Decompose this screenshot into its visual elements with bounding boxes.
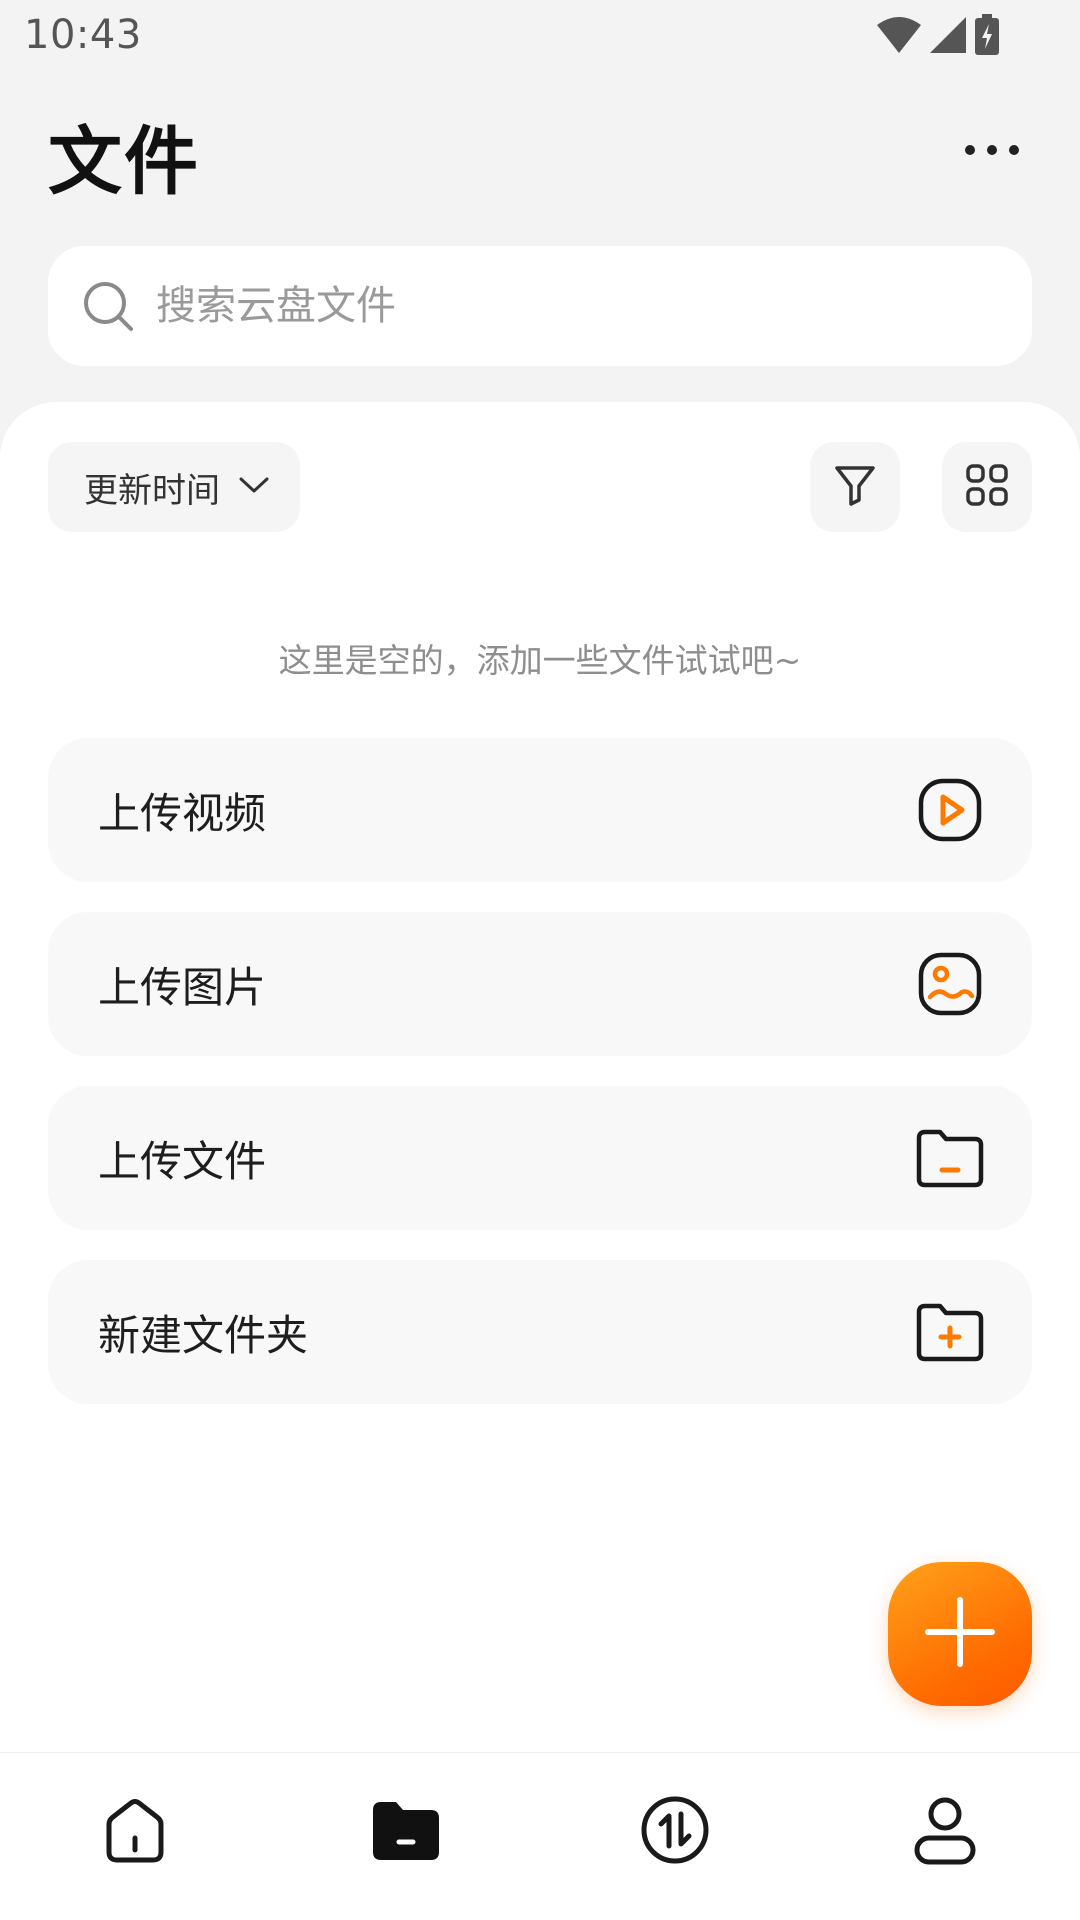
bottom-navigation	[0, 1752, 1080, 1920]
nav-profile[interactable]	[810, 1753, 1080, 1920]
search-input[interactable]	[156, 283, 976, 329]
more-options-button[interactable]	[956, 126, 1028, 174]
profile-icon	[909, 1794, 981, 1870]
action-label: 上传图片	[98, 962, 267, 1012]
new-folder-button[interactable]: 新建文件夹	[48, 1260, 1032, 1404]
transfer-icon	[639, 1794, 711, 1870]
cellular-signal-icon	[928, 15, 968, 55]
action-label: 上传视频	[98, 788, 267, 838]
status-icons	[876, 14, 1000, 56]
empty-state-message: 这里是空的，添加一些文件试试吧~	[278, 641, 802, 680]
add-fab-button[interactable]	[888, 1562, 1032, 1706]
grid-view-button[interactable]	[942, 442, 1032, 532]
page-title: 文件	[48, 119, 200, 205]
plus-icon	[922, 1594, 998, 1674]
nav-files[interactable]	[270, 1753, 540, 1920]
status-bar: 10:43	[0, 0, 1080, 72]
sort-dropdown[interactable]: 更新时间	[48, 442, 300, 532]
chevron-down-icon	[238, 475, 270, 499]
upload-video-button[interactable]: 上传视频	[48, 738, 1032, 882]
action-label: 新建文件夹	[98, 1310, 309, 1360]
more-horizontal-icon	[964, 141, 1020, 160]
action-label: 上传文件	[98, 1136, 267, 1186]
files-icon	[369, 1798, 441, 1866]
files-screen: 10:43 文件 更新时间	[0, 0, 1080, 1920]
search-bar[interactable]	[48, 246, 1032, 366]
upload-file-button[interactable]: 上传文件	[48, 1086, 1032, 1230]
home-icon	[99, 1794, 171, 1870]
filter-icon	[833, 463, 877, 511]
folder-icon	[916, 1124, 984, 1192]
battery-charging-icon	[974, 14, 1000, 56]
filter-button[interactable]	[810, 442, 900, 532]
sort-label: 更新时间	[84, 470, 220, 511]
status-time: 10:43	[24, 12, 142, 58]
video-play-icon	[916, 776, 984, 844]
nav-transfer[interactable]	[540, 1753, 810, 1920]
folder-add-icon	[916, 1298, 984, 1366]
file-list-panel: 更新时间 这里是空的，添加一些文件试试吧~ 上传视频 上传图片 上传文件 新建文…	[0, 402, 1080, 1752]
upload-action-list: 上传视频 上传图片 上传文件 新建文件夹	[48, 738, 1032, 1434]
search-icon	[82, 280, 134, 332]
upload-image-button[interactable]: 上传图片	[48, 912, 1032, 1056]
image-icon	[916, 950, 984, 1018]
grid-view-icon	[965, 463, 1009, 511]
wifi-icon	[876, 15, 922, 55]
nav-home[interactable]	[0, 1753, 270, 1920]
